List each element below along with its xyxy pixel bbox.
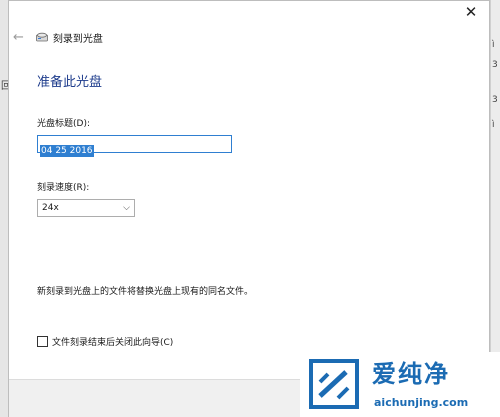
close-wizard-option[interactable]: 文件刻录结束后关闭此向导(C) <box>37 335 173 348</box>
watermark-logo-icon <box>309 359 359 409</box>
background-text-fragment: 3 <box>492 95 498 105</box>
background-text-fragment: ì <box>492 40 495 50</box>
replace-files-note: 新刻录到光盘上的文件将替换光盘上现有的同名文件。 <box>37 287 254 297</box>
disc-drive-icon <box>36 32 48 42</box>
close-button[interactable]: ✕ <box>459 3 483 21</box>
close-wizard-checkbox[interactable] <box>37 336 48 347</box>
close-wizard-label: 文件刻录结束后关闭此向导(C) <box>52 338 174 348</box>
watermark: 爱纯净 aichunjing.com <box>300 352 500 417</box>
page-title: 准备此光盘 <box>37 75 103 90</box>
wizard-nav: ← 刻录到光盘 <box>13 29 103 45</box>
disc-title-label: 光盘标题(D): <box>37 119 90 129</box>
back-arrow-icon[interactable]: ← <box>13 30 24 45</box>
burn-speed-label: 刻录速度(R): <box>37 183 90 193</box>
watermark-url: aichunjing.com <box>374 396 469 409</box>
chevron-down-icon: ⌵ <box>123 203 130 213</box>
disc-title-input[interactable]: 04 25 2016 <box>37 135 232 157</box>
burn-speed-value: 24x <box>42 203 59 213</box>
disc-title-value: 04 25 2016 <box>40 145 94 157</box>
background-text-fragment: ì <box>492 120 495 130</box>
nav-title: 刻录到光盘 <box>52 33 103 45</box>
watermark-title: 爱纯净 <box>372 360 450 388</box>
background-text-fragment: 3 <box>492 60 498 70</box>
burn-speed-select[interactable]: 24x ⌵ <box>37 199 135 217</box>
